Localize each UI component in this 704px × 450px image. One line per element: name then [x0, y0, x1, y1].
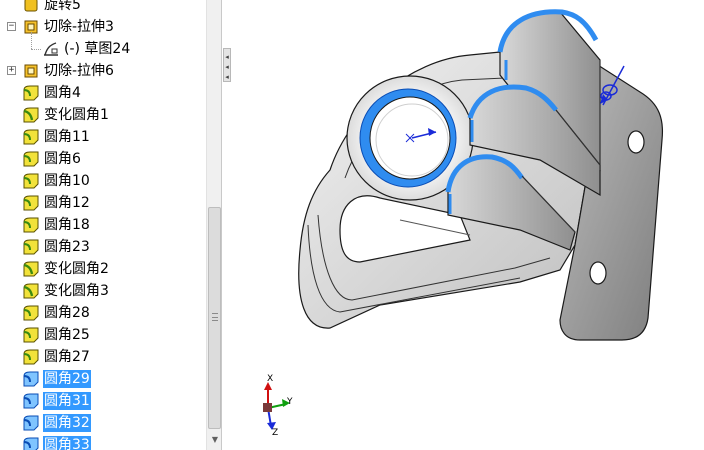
tree-item[interactable]: 圆角32 — [0, 412, 206, 434]
scrollbar-thumb[interactable] — [208, 207, 221, 429]
tree-item[interactable]: 圆角27 — [0, 346, 206, 368]
tree-item[interactable]: 圆角28 — [0, 302, 206, 324]
tree-item[interactable]: 圆角10 — [0, 170, 206, 192]
variable-fillet-icon — [22, 106, 40, 124]
fillet-selected-icon — [22, 392, 40, 410]
cut-extrude-icon — [22, 62, 40, 80]
tree-item[interactable]: 圆角18 — [0, 214, 206, 236]
tree-item-label: 变化圆角2 — [44, 261, 109, 277]
collapse-icon[interactable]: − — [7, 22, 16, 31]
tree-item-label: 圆角10 — [44, 173, 90, 189]
tree-item-label: 圆角25 — [44, 327, 90, 343]
model-view — [263, 9, 664, 430]
fillet-icon — [22, 172, 40, 190]
graphics-viewport[interactable]: X Y Z — [232, 0, 704, 450]
tree-item-label: 圆角31 — [43, 392, 91, 410]
variable-fillet-icon — [22, 282, 40, 300]
panel-splitter[interactable]: ◂ ◂ ◂ — [222, 0, 232, 450]
tree-item-label: 圆角6 — [44, 151, 81, 167]
tree-item-label: 圆角23 — [44, 239, 90, 255]
tree-item[interactable]: 圆角29 — [0, 368, 206, 390]
tree-item[interactable]: 圆角25 — [0, 324, 206, 346]
fillet-icon — [22, 238, 40, 256]
triad-y-label: Y — [287, 397, 293, 407]
tree-item-label: 圆角28 — [44, 305, 90, 321]
tree-item[interactable]: 圆角4 — [0, 82, 206, 104]
tree-item[interactable]: 变化圆角1 — [0, 104, 206, 126]
tree-item-label: 圆角33 — [43, 436, 91, 450]
fillet-icon — [22, 150, 40, 168]
tree-item-label: 圆角27 — [44, 349, 90, 365]
tree-item[interactable]: 圆角31 — [0, 390, 206, 412]
axis-triad — [263, 382, 290, 430]
tree-item-label: 旋转5 — [44, 0, 81, 13]
tree-item-label: 切除-拉伸6 — [44, 63, 114, 79]
tree-item[interactable]: 旋转5 — [0, 0, 206, 16]
tree-item-label: 圆角29 — [43, 370, 91, 388]
tree-item-label: 变化圆角1 — [44, 107, 109, 123]
triad-z-label: Z — [272, 428, 279, 438]
tree-item-label: 圆角12 — [44, 195, 90, 211]
tree-item[interactable]: 圆角12 — [0, 192, 206, 214]
fillet-icon — [22, 216, 40, 234]
tree-connector — [31, 49, 41, 50]
tree-connector — [31, 32, 32, 49]
tree-item[interactable]: (-) 草图24 — [0, 32, 206, 60]
fillet-selected-icon — [22, 370, 40, 388]
revolve-feature-icon — [22, 0, 40, 14]
triad-x-label: X — [267, 374, 274, 384]
tree-item-label: 切除-拉伸3 — [44, 19, 114, 35]
sketch-icon — [42, 40, 60, 58]
tree-item[interactable]: 圆角11 — [0, 126, 206, 148]
fillet-icon — [22, 304, 40, 322]
fillet-selected-icon — [22, 436, 40, 450]
scrollbar-grip-icon — [212, 313, 218, 321]
tree-item-label: (-) 草图24 — [64, 41, 131, 57]
expand-icon[interactable]: + — [7, 66, 16, 75]
tree-item-label: 圆角18 — [44, 217, 90, 233]
tree-vertical-scrollbar[interactable]: ▼ — [206, 0, 221, 450]
fillet-icon — [22, 348, 40, 366]
variable-fillet-icon — [22, 260, 40, 278]
collapse-arrows-icon[interactable]: ◂ ◂ ◂ — [223, 48, 231, 82]
tree-item[interactable]: 圆角6 — [0, 148, 206, 170]
tree-item[interactable]: 圆角23 — [0, 236, 206, 258]
tree-item-label: 圆角11 — [44, 129, 90, 145]
fillet-icon — [22, 128, 40, 146]
tree-item-label: 圆角4 — [44, 85, 81, 101]
fillet-icon — [22, 326, 40, 344]
feature-manager-tree: 旋转5 − 切除-拉伸3 (-) 草图24 + 切除-拉伸6 圆角4 变化圆角1 圆角11 圆角6… — [0, 0, 222, 450]
tree-item-label: 变化圆角3 — [44, 283, 109, 299]
fillet-icon — [22, 194, 40, 212]
fillet-icon — [22, 84, 40, 102]
tree-item-label: 圆角32 — [43, 414, 91, 432]
tree-item[interactable]: 变化圆角2 — [0, 258, 206, 280]
fillet-selected-icon — [22, 414, 40, 432]
tree-item[interactable]: 圆角33 — [0, 434, 206, 450]
tree-item[interactable]: 变化圆角3 — [0, 280, 206, 302]
scroll-down-arrow-icon[interactable]: ▼ — [208, 432, 221, 448]
tree-item[interactable]: + 切除-拉伸6 — [0, 60, 206, 82]
